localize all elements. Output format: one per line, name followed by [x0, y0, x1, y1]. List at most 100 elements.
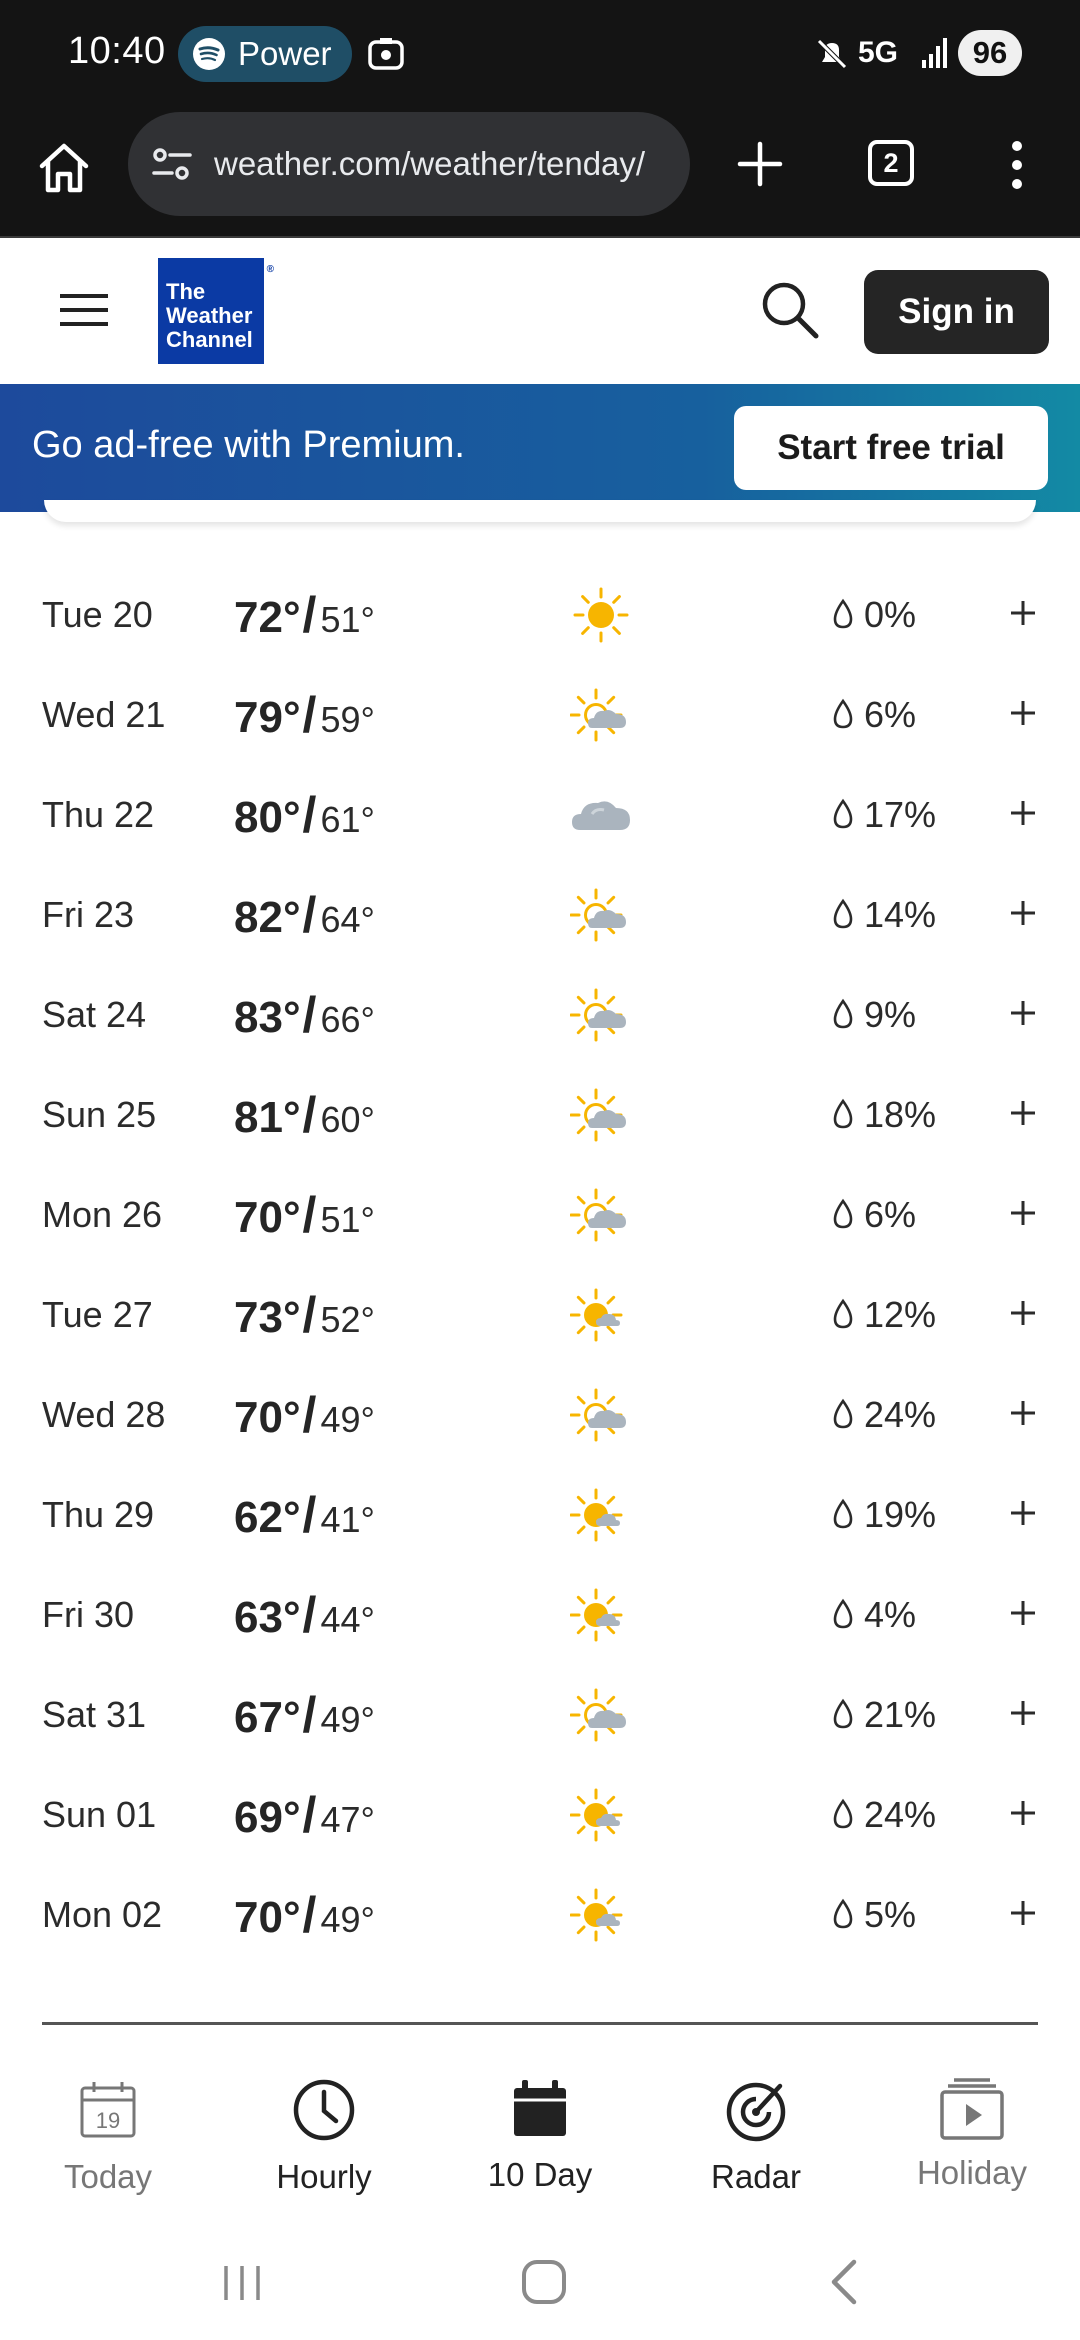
back-icon[interactable]: [818, 2254, 874, 2310]
the-weather-channel-logo[interactable]: The Weather Channel ®: [158, 258, 274, 364]
precip-chance: 4%: [864, 1594, 917, 1635]
home-icon[interactable]: [36, 140, 92, 196]
temp-separator: /: [302, 587, 317, 643]
forecast-temps: 83°/66°: [234, 986, 375, 1044]
temp-separator: /: [302, 1187, 317, 1243]
new-tab-icon[interactable]: [736, 140, 784, 188]
nav-radar[interactable]: Radar: [648, 2060, 864, 2210]
nav-hourly[interactable]: Hourly: [216, 2060, 432, 2210]
browser-toolbar: weather.com/weather/tenday/ 2: [0, 110, 1080, 238]
temp-separator: /: [302, 1487, 317, 1543]
low-temp: 66°: [320, 999, 375, 1040]
site-settings-icon[interactable]: [150, 142, 194, 186]
forecast-temps: 70°/49°: [234, 1386, 375, 1444]
forecast-day: Tue 20: [42, 594, 153, 635]
expand-plus-icon[interactable]: [1008, 598, 1038, 628]
expand-plus-icon[interactable]: [1008, 1698, 1038, 1728]
mostly-sunny-icon: [570, 1788, 623, 1842]
expand-plus-icon[interactable]: [1008, 898, 1038, 928]
expand-plus-icon[interactable]: [1008, 998, 1038, 1028]
forecast-row[interactable]: Mon 02 70°/49° 5%: [0, 1864, 1080, 1964]
forecast-row[interactable]: Thu 22 80°/61° 17%: [0, 764, 1080, 864]
forecast-row[interactable]: Wed 21 79°/59° 6%: [0, 664, 1080, 764]
premium-banner: Go ad-free with Premium. Start free tria…: [0, 384, 1080, 512]
low-temp: 44°: [320, 1599, 375, 1640]
forecast-day: Wed 21: [42, 694, 166, 735]
raindrop-icon: [833, 1698, 853, 1729]
status-time: 10:40: [68, 30, 166, 72]
forecast-row[interactable]: Tue 20 72°/51° 0%: [0, 564, 1080, 664]
forecast-row[interactable]: Mon 26 70°/51° 6%: [0, 1164, 1080, 1264]
forecast-temps: 69°/47°: [234, 1786, 375, 1844]
expand-plus-icon[interactable]: [1008, 1498, 1038, 1528]
temp-separator: /: [302, 1087, 317, 1143]
forecast-temps: 70°/51°: [234, 1186, 375, 1244]
expand-plus-icon[interactable]: [1008, 1198, 1038, 1228]
search-icon[interactable]: [758, 278, 820, 340]
expand-plus-icon[interactable]: [1008, 1898, 1038, 1928]
status-bar: 10:40 Power 5G 96: [0, 0, 1080, 110]
recent-apps-icon[interactable]: [214, 2254, 270, 2310]
forecast-day: Wed 28: [42, 1394, 166, 1435]
forecast-day: Thu 29: [42, 1494, 155, 1535]
home-button-icon[interactable]: [516, 2254, 572, 2310]
expand-plus-icon[interactable]: [1008, 1298, 1038, 1328]
high-temp: 79°: [234, 693, 301, 742]
forecast-row[interactable]: Fri 30 63°/44° 4%: [0, 1564, 1080, 1664]
media-pill[interactable]: Power: [178, 26, 352, 82]
expand-plus-icon[interactable]: [1008, 1598, 1038, 1628]
precip-chance: 17%: [864, 794, 937, 835]
video-play-icon: [940, 2078, 1004, 2140]
ten-day-forecast-list: Tue 20 72°/51° 0% Wed 21 79°/59° 6% Thu …: [0, 564, 1080, 1964]
low-temp: 60°: [320, 1099, 375, 1140]
forecast-row[interactable]: Tue 27 73°/52° 12%: [0, 1264, 1080, 1364]
expand-plus-icon[interactable]: [1008, 798, 1038, 828]
low-temp: 47°: [320, 1799, 375, 1840]
expand-plus-icon[interactable]: [1008, 1398, 1038, 1428]
forecast-day: Thu 22: [42, 794, 155, 835]
high-temp: 62°: [234, 1493, 301, 1542]
forecast-temps: 67°/49°: [234, 1686, 375, 1744]
nav-today[interactable]: 19 Today: [0, 2060, 216, 2210]
hamburger-menu-icon[interactable]: [58, 290, 110, 330]
address-bar[interactable]: weather.com/weather/tenday/: [128, 112, 690, 216]
forecast-row[interactable]: Thu 29 62°/41° 19%: [0, 1464, 1080, 1564]
forecast-row[interactable]: Sun 01 69°/47° 24%: [0, 1764, 1080, 1864]
forecast-row[interactable]: Sun 25 81°/60° 18%: [0, 1064, 1080, 1164]
start-free-trial-button[interactable]: Start free trial: [734, 406, 1048, 490]
expand-plus-icon[interactable]: [1008, 1798, 1038, 1828]
high-temp: 67°: [234, 1693, 301, 1742]
nav-10-day[interactable]: 10 Day: [432, 2060, 648, 2210]
spotify-icon: [193, 38, 225, 70]
nav-holiday[interactable]: Holiday: [864, 2060, 1080, 2210]
calendar-day-icon: 19: [80, 2082, 136, 2138]
forecast-temps: 62°/41°: [234, 1486, 375, 1544]
precip-chance: 24%: [864, 1394, 937, 1435]
forecast-row[interactable]: Sat 24 83°/66° 9%: [0, 964, 1080, 1064]
forecast-row[interactable]: Fri 23 82°/64° 14%: [0, 864, 1080, 964]
logo-line: Weather: [166, 303, 253, 328]
temp-separator: /: [302, 1287, 317, 1343]
cloudy-icon: [572, 801, 630, 830]
more-options-icon[interactable]: [1002, 140, 1032, 190]
forecast-day: Sun 01: [42, 1794, 157, 1835]
sign-in-button[interactable]: Sign in: [864, 270, 1049, 354]
expand-plus-icon[interactable]: [1008, 1098, 1038, 1128]
forecast-temps: 82°/64°: [234, 886, 375, 944]
high-temp: 70°: [234, 1393, 301, 1442]
forecast-day: Fri 30: [42, 1594, 135, 1635]
temp-separator: /: [302, 687, 317, 743]
partly-cloudy-icon: [570, 688, 626, 742]
precip-chance: 6%: [864, 694, 917, 735]
high-temp: 70°: [234, 1893, 301, 1942]
nav-today-label: Today: [63, 2158, 153, 2195]
low-temp: 61°: [320, 799, 375, 840]
forecast-row[interactable]: Sat 31 67°/49° 21%: [0, 1664, 1080, 1764]
forecast-day: Tue 27: [42, 1294, 153, 1335]
partly-cloudy-icon: [570, 988, 626, 1042]
expand-plus-icon[interactable]: [1008, 698, 1038, 728]
low-temp: 49°: [320, 1699, 375, 1740]
tab-switcher-button[interactable]: 2: [868, 140, 914, 186]
forecast-row[interactable]: Wed 28 70°/49° 24%: [0, 1364, 1080, 1464]
forecast-day: Mon 26: [42, 1194, 163, 1235]
